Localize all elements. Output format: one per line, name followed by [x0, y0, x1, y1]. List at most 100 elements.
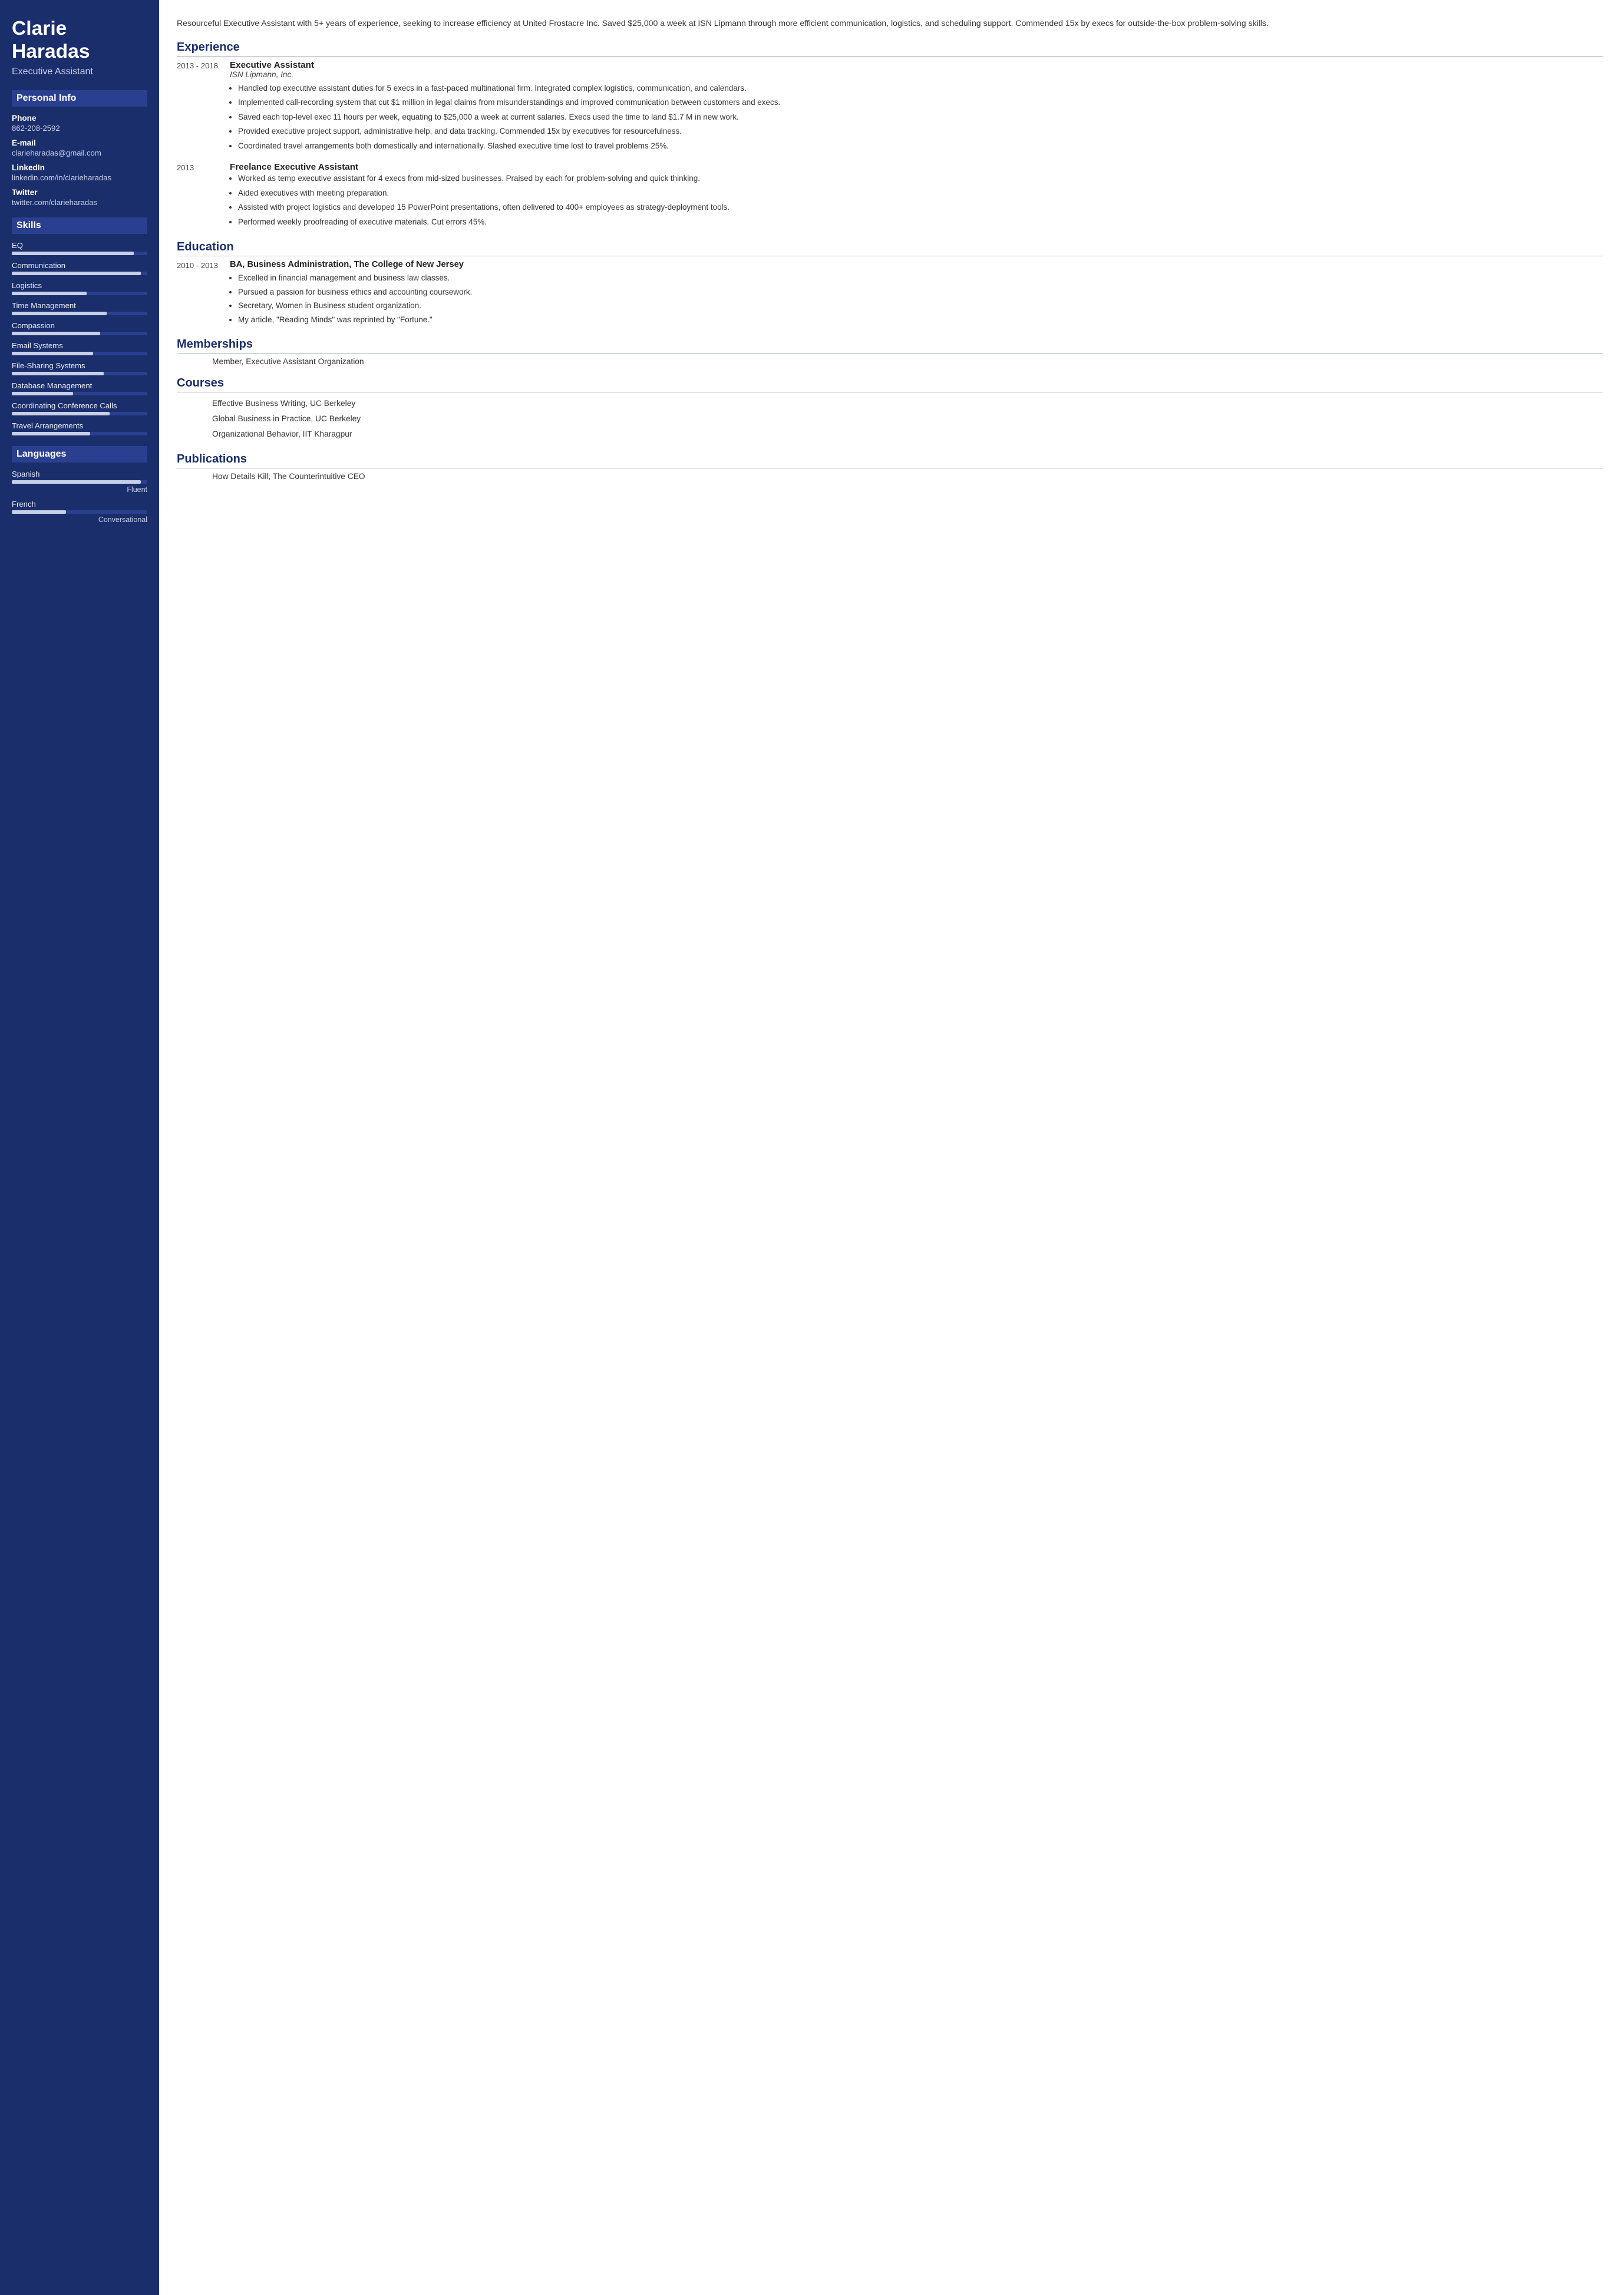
- skill-name: Email Systems: [12, 341, 147, 350]
- skill-name: EQ: [12, 241, 147, 250]
- course-item: Global Business in Practice, UC Berkeley: [212, 411, 1603, 427]
- skill-bar-fill: [12, 292, 87, 295]
- language-item: Spanish Fluent: [12, 470, 147, 494]
- exp-content: Executive Assistant ISN Lipmann, Inc. Ha…: [230, 60, 1603, 154]
- education-bullet: Excelled in financial management and bus…: [238, 272, 1603, 285]
- membership-item: Member, Executive Assistant Organization: [212, 357, 1603, 366]
- course-item: Effective Business Writing, UC Berkeley: [212, 396, 1603, 411]
- memberships-list: Member, Executive Assistant Organization: [177, 357, 1603, 366]
- experience-bullet: Implemented call-recording system that c…: [238, 96, 1603, 109]
- experience-bullet: Aided executives with meeting preparatio…: [238, 187, 1603, 200]
- courses-title: Courses: [177, 377, 1603, 392]
- skill-name: Coordinating Conference Calls: [12, 401, 147, 410]
- languages-list: Spanish Fluent French Conversational: [12, 470, 147, 524]
- skill-name: Database Management: [12, 381, 147, 390]
- twitter-label: Twitter: [12, 188, 147, 197]
- exp-bullets: Handled top executive assistant duties f…: [230, 82, 1603, 153]
- exp-content: Freelance Executive Assistant Worked as …: [230, 162, 1603, 230]
- sidebar: Clarie Haradas Executive Assistant Perso…: [0, 0, 159, 2295]
- edu-content: BA, Business Administration, The College…: [230, 260, 1603, 327]
- exp-company: ISN Lipmann, Inc.: [230, 70, 1603, 79]
- publications-title: Publications: [177, 453, 1603, 468]
- skill-item: Logistics: [12, 281, 147, 295]
- language-level: Fluent: [12, 486, 147, 494]
- summary-text: Resourceful Executive Assistant with 5+ …: [177, 16, 1603, 30]
- skill-bar-fill: [12, 432, 90, 435]
- skill-bar-bg: [12, 332, 147, 335]
- language-item: French Conversational: [12, 500, 147, 524]
- skill-bar-bg: [12, 292, 147, 295]
- skill-item: Email Systems: [12, 341, 147, 355]
- skill-name: Time Management: [12, 301, 147, 310]
- skill-name: Logistics: [12, 281, 147, 290]
- skill-bar-bg: [12, 312, 147, 315]
- skills-section: Skills: [12, 217, 147, 234]
- skill-bar-fill: [12, 332, 100, 335]
- experience-item: 2013 - 2018 Executive Assistant ISN Lipm…: [177, 60, 1603, 154]
- skill-bar-fill: [12, 352, 93, 355]
- skill-item: Compassion: [12, 321, 147, 335]
- skill-bar-bg: [12, 272, 147, 275]
- memberships-title: Memberships: [177, 338, 1603, 354]
- skill-item: Communication: [12, 261, 147, 275]
- education-item: 2010 - 2013 BA, Business Administration,…: [177, 260, 1603, 327]
- language-bar-bg: [12, 480, 147, 484]
- candidate-title: Executive Assistant: [12, 67, 147, 77]
- skill-bar-bg: [12, 372, 147, 375]
- skill-item: Coordinating Conference Calls: [12, 401, 147, 415]
- experience-bullet: Assisted with project logistics and deve…: [238, 201, 1603, 214]
- personal-info-section: Personal Info: [12, 90, 147, 107]
- skill-name: Communication: [12, 261, 147, 270]
- experience-item: 2013 Freelance Executive Assistant Worke…: [177, 162, 1603, 230]
- skill-bar-fill: [12, 312, 107, 315]
- education-bullet: Secretary, Women in Business student org…: [238, 299, 1603, 312]
- edu-degree: BA, Business Administration, The College…: [230, 260, 1603, 269]
- skill-bar-bg: [12, 352, 147, 355]
- phone-value: 862-208-2592: [12, 124, 147, 133]
- edu-bullets: Excelled in financial management and bus…: [230, 272, 1603, 326]
- skill-name: Travel Arrangements: [12, 421, 147, 430]
- experience-bullet: Worked as temp executive assistant for 4…: [238, 172, 1603, 185]
- language-bar-bg: [12, 510, 147, 514]
- skill-bar-fill: [12, 412, 110, 415]
- education-list: 2010 - 2013 BA, Business Administration,…: [177, 260, 1603, 327]
- skill-bar-bg: [12, 252, 147, 255]
- skill-item: Travel Arrangements: [12, 421, 147, 435]
- exp-date: 2013: [177, 162, 230, 230]
- skill-item: Time Management: [12, 301, 147, 315]
- language-level: Conversational: [12, 516, 147, 524]
- education-title: Education: [177, 240, 1603, 256]
- twitter-value: twitter.com/clarieharadas: [12, 198, 147, 207]
- skill-bar-fill: [12, 252, 134, 255]
- email-value: clarieharadas@gmail.com: [12, 148, 147, 157]
- experience-bullet: Performed weekly proofreading of executi…: [238, 216, 1603, 229]
- skill-bar-fill: [12, 372, 104, 375]
- skill-bar-fill: [12, 272, 141, 275]
- skill-item: File-Sharing Systems: [12, 361, 147, 375]
- experience-bullet: Provided executive project support, admi…: [238, 125, 1603, 138]
- candidate-name: Clarie Haradas: [12, 18, 147, 63]
- experience-bullet: Handled top executive assistant duties f…: [238, 82, 1603, 95]
- experience-list: 2013 - 2018 Executive Assistant ISN Lipm…: [177, 60, 1603, 230]
- language-name: Spanish: [12, 470, 147, 478]
- exp-bullets: Worked as temp executive assistant for 4…: [230, 172, 1603, 228]
- course-item: Organizational Behavior, IIT Kharagpur: [212, 427, 1603, 442]
- skill-name: File-Sharing Systems: [12, 361, 147, 370]
- experience-title: Experience: [177, 41, 1603, 57]
- skill-item: EQ: [12, 241, 147, 255]
- language-bar-fill: [12, 510, 66, 514]
- experience-bullet: Coordinated travel arrangements both dom…: [238, 140, 1603, 153]
- publication-item: How Details Kill, The Counterintuitive C…: [212, 472, 1603, 481]
- experience-bullet: Saved each top-level exec 11 hours per w…: [238, 111, 1603, 124]
- skill-name: Compassion: [12, 321, 147, 330]
- language-name: French: [12, 500, 147, 508]
- exp-job-title: Freelance Executive Assistant: [230, 162, 1603, 172]
- linkedin-label: LinkedIn: [12, 163, 147, 172]
- skills-list: EQ Communication Logistics Time Manageme…: [12, 241, 147, 435]
- skill-bar-fill: [12, 392, 73, 395]
- exp-job-title: Executive Assistant: [230, 60, 1603, 70]
- linkedin-value: linkedin.com/in/clarieharadas: [12, 173, 147, 182]
- email-label: E-mail: [12, 138, 147, 147]
- main-content: Resourceful Executive Assistant with 5+ …: [159, 0, 1624, 2295]
- language-bar-fill: [12, 480, 141, 484]
